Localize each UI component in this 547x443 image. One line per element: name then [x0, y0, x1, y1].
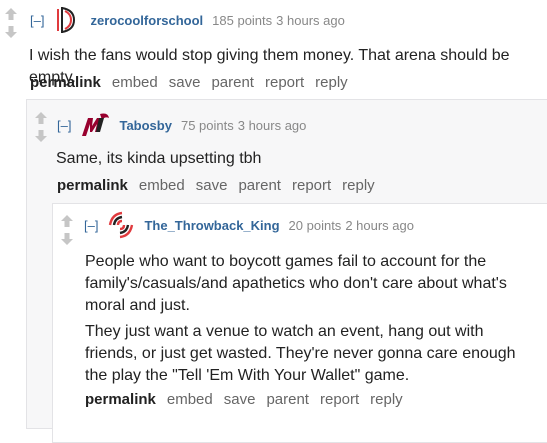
comment-paragraph: They just want a venue to watch an event…	[85, 323, 516, 384]
comment-paragraph: People who want to boycott games fail to…	[85, 253, 507, 314]
parent-link[interactable]: parent	[266, 391, 309, 408]
permalink-link[interactable]: permalink	[85, 391, 156, 408]
report-link[interactable]: report	[292, 177, 331, 194]
comment-actions: permalink embed save parent report reply	[85, 391, 414, 408]
upvote-arrow-icon[interactable]	[60, 214, 74, 228]
comment-time: 3 hours ago	[237, 117, 307, 133]
reply-link[interactable]: reply	[370, 391, 403, 408]
comment-tagline: [–] zerocoolforschool 185 points 3 hours…	[30, 5, 345, 35]
save-link[interactable]: save	[196, 177, 228, 194]
report-link[interactable]: report	[320, 391, 359, 408]
downvote-arrow-icon[interactable]	[60, 232, 74, 246]
report-link[interactable]: report	[265, 74, 304, 91]
comment-2: [–] Tabosby 75 points 3 hours ago Same, …	[26, 99, 547, 443]
collapse-toggle[interactable]: [–]	[30, 13, 44, 28]
comment-tagline: [–] The_Throwback_King 20 points 2 hours…	[84, 210, 414, 240]
comment-body: People who want to boycott games fail to…	[85, 251, 535, 391]
embed-link[interactable]: embed	[112, 74, 158, 91]
blazers-pinwheel-icon	[57, 7, 76, 33]
save-link[interactable]: save	[169, 74, 201, 91]
permalink-link[interactable]: permalink	[57, 177, 128, 194]
heat-logo-icon	[82, 113, 110, 136]
reply-link[interactable]: reply	[315, 74, 348, 91]
comment-time: 3 hours ago	[276, 12, 345, 28]
permalink-link[interactable]: permalink	[30, 74, 101, 91]
upvote-arrow-icon[interactable]	[34, 111, 48, 125]
comment-score: 75 points	[180, 117, 234, 133]
comment-author[interactable]: zerocoolforschool	[90, 13, 203, 28]
comment-paragraph: Same, its kinda upsetting tbh	[56, 150, 262, 167]
parent-link[interactable]: parent	[211, 74, 254, 91]
save-link[interactable]: save	[224, 391, 256, 408]
comment-actions: permalink embed save parent report reply	[30, 74, 359, 91]
comment-author[interactable]: Tabosby	[119, 118, 172, 133]
comment-body: Same, its kinda upsetting tbh	[56, 148, 536, 174]
reply-link[interactable]: reply	[342, 177, 375, 194]
embed-link[interactable]: embed	[167, 391, 213, 408]
comment-3: [–] The_Throwback_King 20 points 2 hours…	[52, 203, 547, 443]
comment-1: [–] zerocoolforschool 185 points 3 hours…	[0, 0, 547, 443]
comment-actions: permalink embed save parent report reply	[57, 177, 386, 194]
blazers-pinwheel-icon	[109, 211, 134, 239]
comment-author[interactable]: The_Throwback_King	[144, 218, 279, 233]
comment-score: 20 points	[288, 217, 342, 233]
upvote-arrow-icon[interactable]	[4, 7, 18, 21]
comment-score: 185 points	[212, 12, 273, 28]
collapse-toggle[interactable]: [–]	[84, 218, 98, 233]
downvote-arrow-icon[interactable]	[4, 25, 18, 39]
parent-link[interactable]: parent	[238, 177, 281, 194]
comment-time: 2 hours ago	[345, 217, 414, 233]
downvote-arrow-icon[interactable]	[34, 129, 48, 143]
collapse-toggle[interactable]: [–]	[57, 118, 71, 133]
embed-link[interactable]: embed	[139, 177, 185, 194]
comment-tagline: [–] Tabosby 75 points 3 hours ago	[57, 110, 306, 140]
